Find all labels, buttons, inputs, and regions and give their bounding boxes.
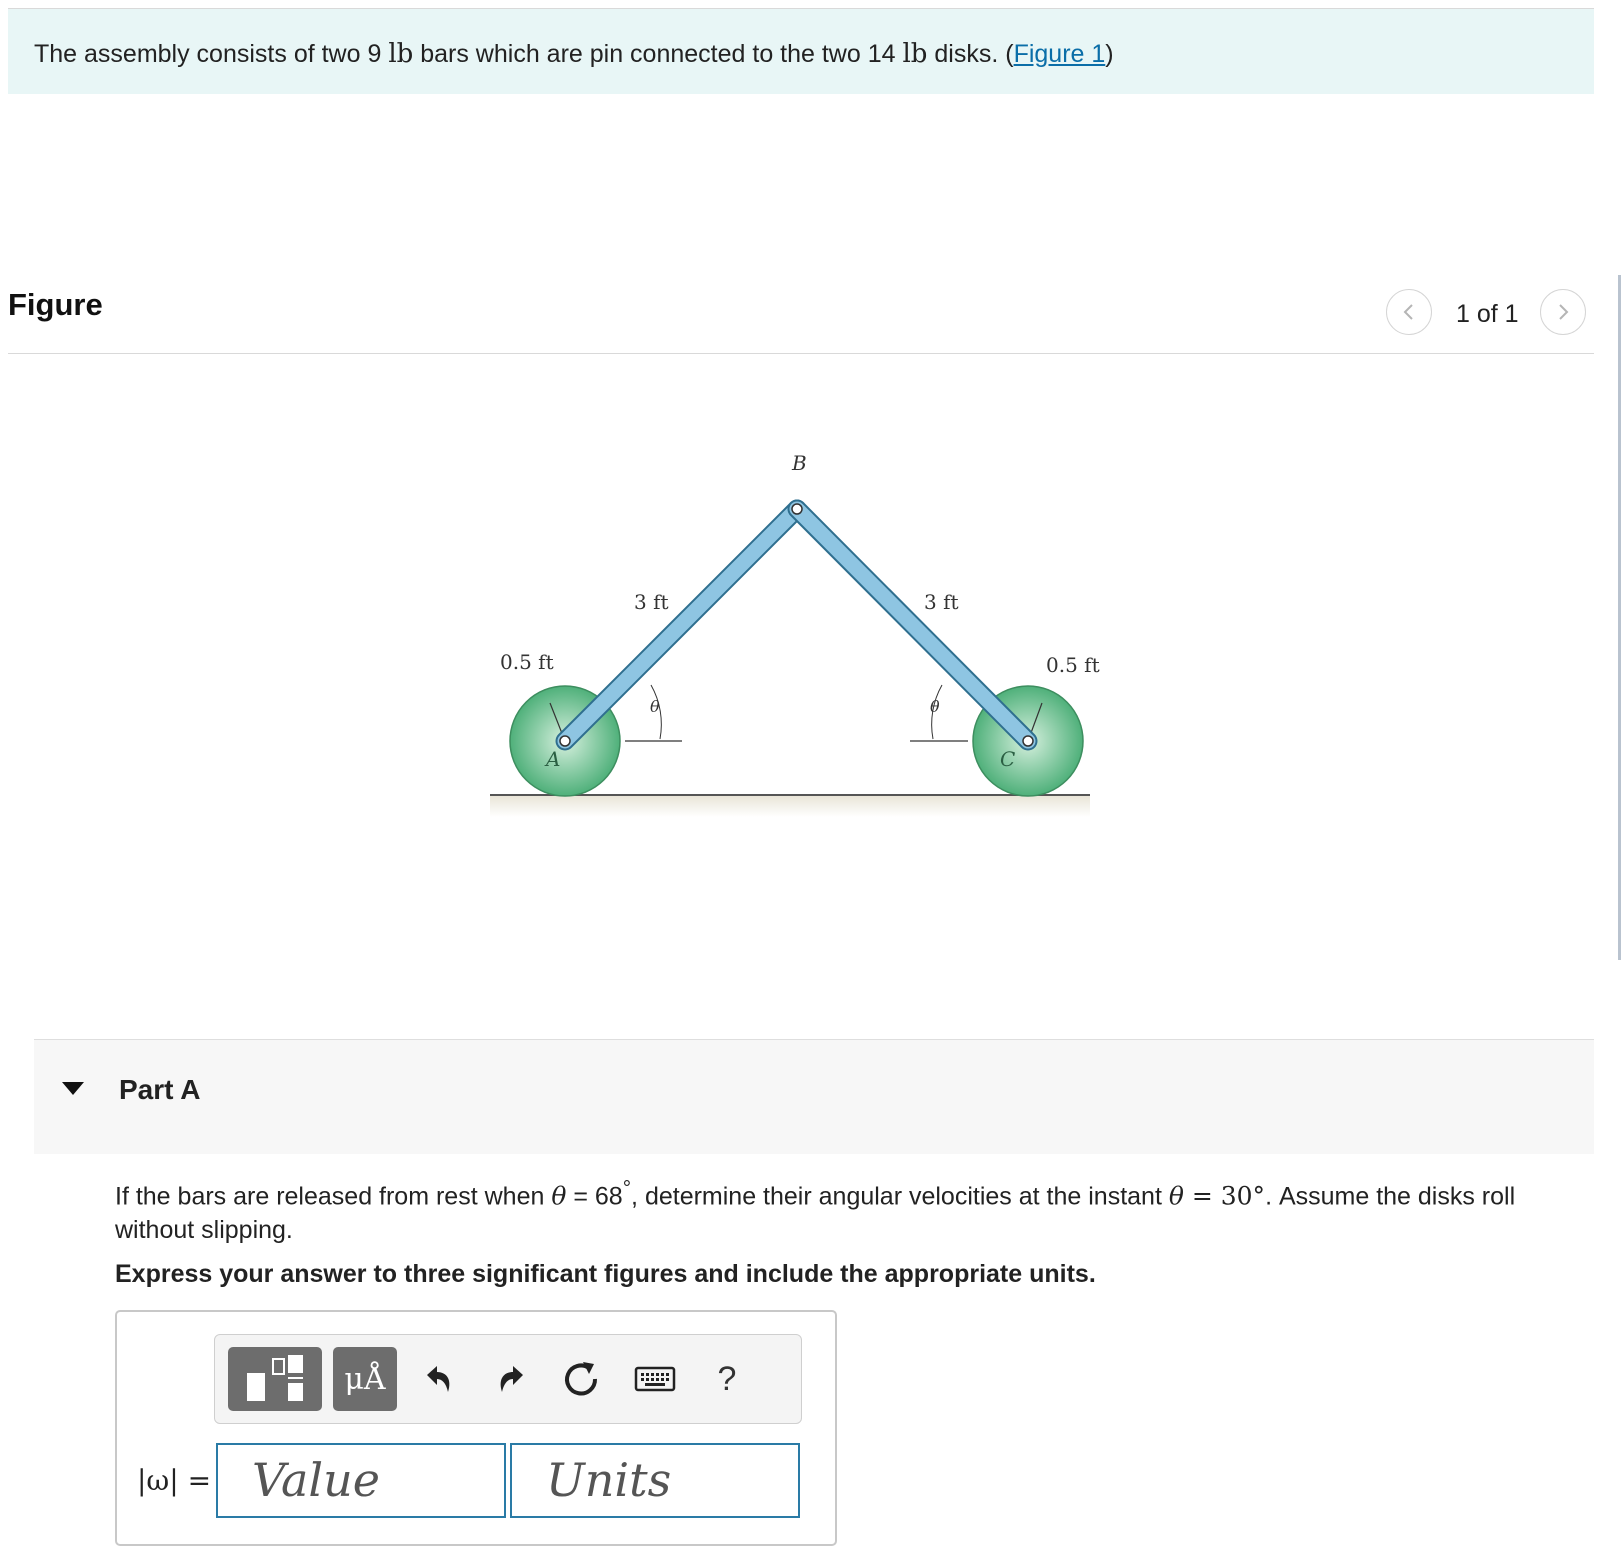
redo-icon [500,1366,523,1392]
theta-symbol-2: θ [1168,1181,1184,1211]
ground-shading [490,795,1090,817]
bar-ab [557,501,805,749]
help-button-label: ? [717,1359,737,1398]
part-a-header[interactable]: Part A [34,1040,1594,1154]
label-right-radius: 0.5 ft [1046,653,1100,677]
undo-icon [427,1366,450,1392]
figure-header-divider [8,353,1594,354]
question-text-before: If the bars are released from rest when [115,1182,552,1211]
label-left-radius: 0.5 ft [500,650,554,674]
label-point-a: A [544,747,560,771]
label-right-angle: θ [930,697,940,716]
reset-icon [565,1362,598,1396]
reset-button[interactable] [553,1349,609,1409]
label-point-c: C [1000,747,1015,771]
question-text-mid: , determine their angular velocities at … [631,1182,1169,1211]
figure-pager-count: 1 of 1 [1456,300,1519,328]
pin-a [559,735,571,747]
units-input[interactable]: Units [510,1443,800,1518]
units-button[interactable]: μÅ [333,1347,397,1411]
intro-text-before: The assembly consists of two 9 [34,40,389,68]
collapse-caret-icon[interactable] [62,1082,84,1095]
question-equals-68: = 68 [566,1182,623,1211]
question-text: If the bars are released from rest when … [115,1172,1585,1247]
label-right-bar-length: 3 ft [924,590,959,614]
keyboard-icon [634,1366,676,1392]
templates-button[interactable] [228,1347,322,1411]
intro-unit-lb-2: lb [902,39,928,69]
figure-link[interactable]: Figure 1 [1014,40,1106,68]
degree-symbol: ° [622,1177,632,1200]
fraction-template-icon [247,1355,303,1401]
scrollbar-track[interactable] [1618,275,1621,960]
answer-instruction: Express your answer to three significant… [115,1260,1096,1288]
pin-c [1022,735,1034,747]
pin-b [791,503,803,515]
next-figure-button[interactable] [1540,289,1586,335]
intro-unit-lb-1: lb [388,39,414,69]
answer-box: μÅ ? |ω| = Value Units [115,1310,837,1546]
theta-symbol-1: θ [551,1181,567,1211]
undo-button[interactable] [411,1349,467,1409]
intro-text-close: ) [1105,40,1114,68]
intro-text-mid: bars which are pin connected to the two … [413,40,903,68]
value-input[interactable]: Value [216,1443,506,1518]
part-a-label: Part A [119,1074,201,1105]
question-equals-30: = 30° [1183,1181,1266,1211]
math-toolbar: μÅ ? [214,1334,802,1424]
problem-statement: The assembly consists of two 9 lb bars w… [8,9,1594,94]
previous-figure-button[interactable] [1386,289,1432,335]
units-button-label: μÅ [344,1361,386,1397]
omega-magnitude-label: |ω| = [137,1464,212,1497]
label-point-b: B [791,452,807,475]
chevron-right-icon [1559,304,1569,320]
redo-button[interactable] [483,1349,539,1409]
chevron-left-icon [1403,304,1413,320]
help-button[interactable]: ? [699,1349,755,1409]
label-left-bar-length: 3 ft [634,590,669,614]
bar-bc [789,501,1036,749]
figure-panel-title: Figure [8,287,103,322]
keyboard-button[interactable] [627,1349,683,1409]
intro-text-after: disks. ( [927,40,1014,68]
assembly-figure: B A C 3 ft 3 ft 0.5 ft 0.5 ft θ θ [490,452,1100,817]
label-left-angle: θ [650,697,660,716]
